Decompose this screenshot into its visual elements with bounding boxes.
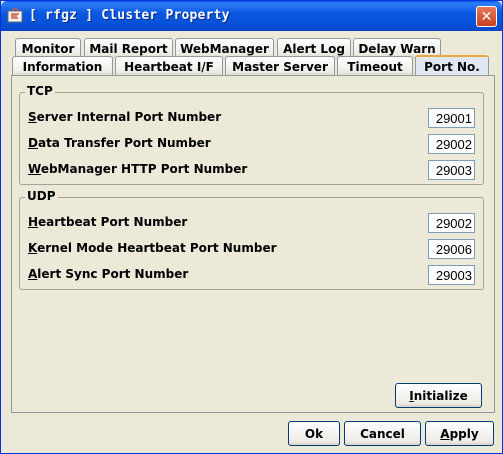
kernel-mode-heartbeat-port-input[interactable]: 29006 xyxy=(428,239,475,259)
close-button[interactable]: ✕ xyxy=(476,6,497,27)
window-title: [ rfgz ] Cluster Property xyxy=(29,8,230,23)
tcp-group-title: TCP xyxy=(25,84,55,98)
cancel-button[interactable]: Cancel xyxy=(344,421,421,446)
udp-group-title: UDP xyxy=(25,189,58,203)
java-app-icon xyxy=(7,8,23,23)
udp-group: UDP Heartbeat Port Number 29002 Kernel M… xyxy=(19,189,484,290)
alert-sync-port-input[interactable]: 29003 xyxy=(428,265,475,285)
port-no-panel: TCP Server Internal Port Number 29001 Da… xyxy=(11,75,495,413)
tab-master-server[interactable]: Master Server xyxy=(225,56,335,76)
data-transfer-port-label: Data Transfer Port Number xyxy=(28,136,211,150)
tab-information[interactable]: Information xyxy=(12,56,113,76)
tab-mail-report[interactable]: Mail Report xyxy=(84,38,173,58)
heartbeat-port-label: Heartbeat Port Number xyxy=(28,215,188,229)
data-transfer-port-input[interactable]: 29002 xyxy=(428,134,475,154)
tcp-group: TCP Server Internal Port Number 29001 Da… xyxy=(19,84,484,185)
webmanager-http-port-input[interactable]: 29003 xyxy=(428,160,475,180)
alert-sync-port-label: Alert Sync Port Number xyxy=(28,267,189,281)
tab-timeout[interactable]: Timeout xyxy=(337,56,413,76)
ok-button[interactable]: Ok xyxy=(288,421,340,446)
tab-heartbeat-if[interactable]: Heartbeat I/F xyxy=(115,56,223,76)
close-icon: ✕ xyxy=(480,8,493,25)
server-internal-port-input[interactable]: 29001 xyxy=(428,108,475,128)
tab-monitor[interactable]: Monitor xyxy=(15,38,81,58)
apply-button[interactable]: Apply xyxy=(425,421,494,446)
initialize-button[interactable]: Initialize xyxy=(395,383,482,408)
heartbeat-port-input[interactable]: 29002 xyxy=(428,213,475,233)
tab-alert-log[interactable]: Alert Log xyxy=(277,38,351,58)
title-bar[interactable]: [ rfgz ] Cluster Property ✕ xyxy=(1,1,502,31)
kernel-mode-heartbeat-port-label: Kernel Mode Heartbeat Port Number xyxy=(28,241,277,255)
tab-webmanager[interactable]: WebManager xyxy=(175,38,274,58)
server-internal-port-label: Server Internal Port Number xyxy=(28,110,222,124)
tab-port-no[interactable]: Port No. xyxy=(415,55,489,76)
cluster-property-dialog: [ rfgz ] Cluster Property ✕ Monitor Mail… xyxy=(0,0,503,454)
webmanager-http-port-label: WebManager HTTP Port Number xyxy=(28,162,248,176)
